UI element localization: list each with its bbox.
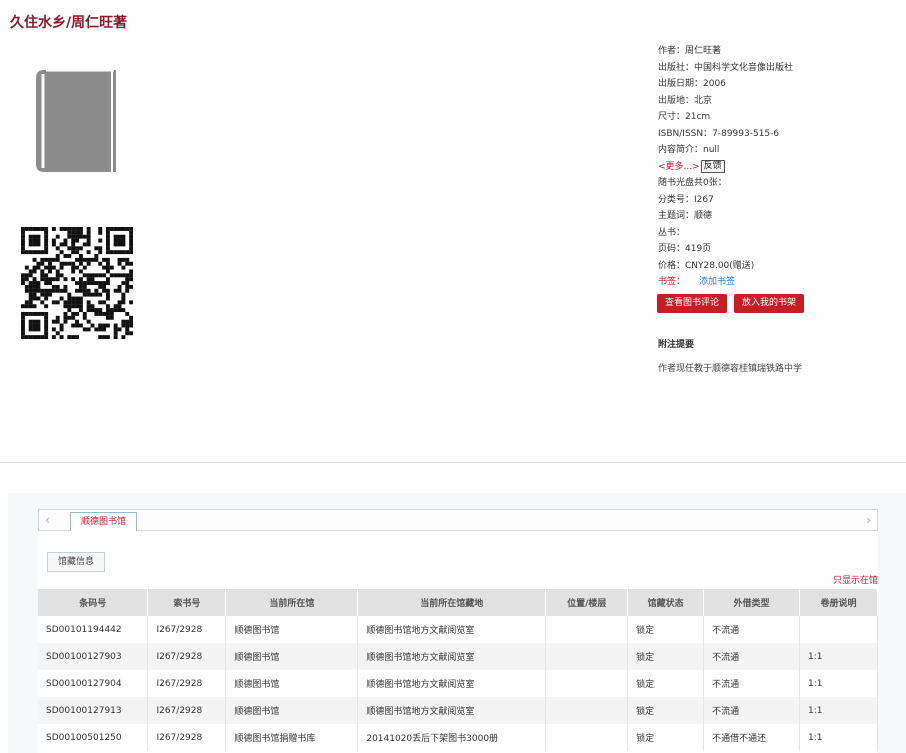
cell-volume: [799, 616, 878, 643]
table-row: SD00101194442 I267/2928 顺德图书馆 顺德图书馆地方文献阅…: [38, 616, 878, 643]
cell-location: 顺德图书馆地方文献阅览室: [357, 616, 547, 643]
meta-pub-place: 出版地：北京: [658, 95, 713, 106]
col-library[interactable]: 当前所在馆: [225, 589, 359, 616]
cell-barcode: SD00100127913: [38, 697, 149, 724]
cell-barcode: SD00100127904: [38, 670, 149, 697]
table-header-row: 条码号 索书号 当前所在馆 当前所在馆藏地 位置/楼层 馆藏状态 外借类型 卷册…: [38, 589, 878, 616]
cell-barcode: SD00101194442: [38, 616, 149, 643]
meta-size: 尺寸：21cm: [658, 112, 711, 122]
add-tag-link[interactable]: 添加书签: [699, 277, 735, 287]
cell-location: 20141020丢后下架图书3000册: [357, 724, 547, 751]
action-buttons: 查看图书评论 放入我的书架: [657, 294, 805, 313]
col-call-number[interactable]: 索书号: [147, 589, 227, 616]
cell-call-number: I267/2928: [147, 697, 227, 724]
meta-isbn: ISBN/ISSN：7-89993-515-6: [658, 128, 780, 139]
cell-floor: [545, 616, 629, 643]
notes-text: 作者现任教于顺德容桂镇瑞铁路中学: [658, 364, 803, 374]
table-row: SD00100501250 I267/2928 顺德图书馆捐赠书库 201410…: [38, 724, 878, 751]
cell-barcode: SD00100127903: [38, 643, 149, 670]
cell-call-number: I267/2928: [147, 724, 227, 751]
cell-loan-type: 不流通: [703, 643, 801, 670]
table-row: SD00100127904 I267/2928 顺德图书馆 顺德图书馆地方文献阅…: [38, 670, 878, 697]
cell-status: 锁定: [627, 616, 705, 643]
meta-price: 价格：CNY28.00(赠送): [658, 260, 755, 271]
cell-floor: [545, 724, 629, 751]
meta-publisher: 出版社：中国科学文化音像出版社: [658, 62, 794, 73]
view-reviews-button[interactable]: 查看图书评论: [657, 294, 728, 313]
col-loan-type[interactable]: 外借类型: [703, 589, 801, 616]
table-row: SD00100127903 I267/2928 顺德图书馆 顺德图书馆地方文献阅…: [38, 643, 878, 670]
cell-library: 顺德图书馆: [225, 697, 359, 724]
book-metadata: 作者：周仁旺著 出版社：中国科学文化音像出版社 出版日期：2006 出版地：北京…: [658, 43, 898, 291]
cell-library: 顺德图书馆: [225, 670, 359, 697]
cell-floor: [545, 643, 629, 670]
col-volume[interactable]: 卷册说明: [799, 589, 878, 616]
feedback-button[interactable]: 反馈: [700, 159, 725, 173]
meta-author: 作者：周仁旺著: [658, 46, 722, 56]
col-location[interactable]: 当前所在馆藏地: [357, 589, 547, 616]
cell-loan-type: 不流通: [703, 616, 801, 643]
cell-location: 顺德图书馆地方文献阅览室: [357, 670, 547, 697]
more-link[interactable]: <更多...>: [658, 162, 700, 172]
tab-library[interactable]: 顺德图书馆: [70, 512, 138, 532]
cell-library: 顺德图书馆捐赠书库: [225, 724, 359, 751]
book-title: 久住水乡/周仁旺著: [10, 15, 128, 31]
cell-volume: 1:1: [799, 697, 878, 724]
cell-call-number: I267/2928: [147, 670, 227, 697]
cell-location: 顺德图书馆地方文献阅览室: [357, 697, 547, 724]
meta-pages: 页码：419页: [658, 244, 712, 254]
col-barcode[interactable]: 条码号: [38, 589, 149, 616]
cell-barcode: SD00100501250: [38, 724, 149, 751]
meta-cd-count: 随书光盘共0张：: [658, 178, 727, 188]
tag-label: 书签：: [658, 277, 686, 287]
cell-location: 顺德图书馆地方文献阅览室: [357, 643, 547, 670]
cell-volume: 1:1: [799, 724, 878, 751]
cell-library: 顺德图书馆: [225, 643, 359, 670]
cell-loan-type: 不流通: [703, 670, 801, 697]
cell-call-number: I267/2928: [147, 643, 227, 670]
cell-volume: 1:1: [799, 670, 878, 697]
cell-floor: [545, 697, 629, 724]
book-cover-icon: [36, 68, 116, 172]
add-to-shelf-button[interactable]: 放入我的书架: [734, 294, 805, 313]
tab-holdings-info[interactable]: 馆藏信息: [47, 552, 106, 572]
cell-volume: 1:1: [799, 643, 878, 670]
cell-status: 锁定: [627, 724, 705, 751]
cell-library: 顺德图书馆: [225, 616, 359, 643]
cell-status: 锁定: [627, 643, 705, 670]
only-show-available-link[interactable]: 只显示在馆: [833, 573, 878, 586]
cell-status: 锁定: [627, 670, 705, 697]
col-floor[interactable]: 位置/楼层: [545, 589, 629, 616]
holdings-table: 条码号 索书号 当前所在馆 当前所在馆藏地 位置/楼层 馆藏状态 外借类型 卷册…: [38, 589, 878, 751]
meta-summary: 内容简介：null: [658, 145, 720, 155]
chevron-right-icon[interactable]: ›: [866, 513, 871, 527]
cell-loan-type: 不流通: [703, 697, 801, 724]
meta-series: 丛书：: [658, 227, 686, 238]
section-divider: [0, 462, 906, 463]
cell-loan-type: 不通借不通还: [703, 724, 801, 751]
meta-pub-date: 出版日期：2006: [658, 79, 726, 89]
cell-call-number: I267/2928: [147, 616, 227, 643]
meta-tags-row: 书签： 添加书签: [658, 274, 898, 291]
meta-subject: 主题词：顺德: [658, 211, 713, 221]
library-tabstrip: ‹ ›: [38, 509, 878, 531]
qr-code-icon: [21, 227, 133, 339]
meta-more-row: <更多...> 反馈: [658, 159, 898, 176]
table-row: SD00100127913 I267/2928 顺德图书馆 顺德图书馆地方文献阅…: [38, 697, 878, 724]
notes-title: 附注提要: [658, 340, 695, 350]
chevron-left-icon[interactable]: ‹: [45, 513, 50, 527]
cell-floor: [545, 670, 629, 697]
cell-status: 锁定: [627, 697, 705, 724]
meta-class-no: 分类号：I267: [658, 194, 714, 205]
col-status[interactable]: 馆藏状态: [627, 589, 705, 616]
